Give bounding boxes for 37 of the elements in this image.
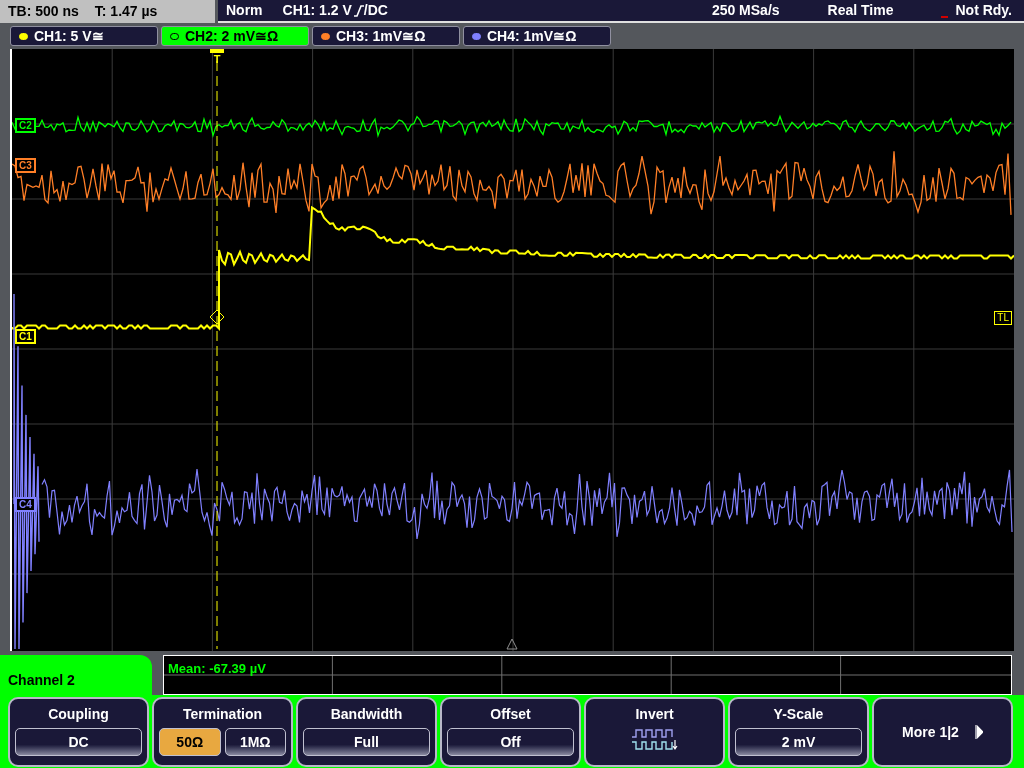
softkey-label: Offset (490, 705, 531, 724)
softkey-label: Y-Scale (773, 705, 824, 724)
softkey-label: Coupling (48, 705, 109, 724)
option-button[interactable]: 1MΩ (224, 728, 286, 756)
channel-marker: C3 (15, 158, 36, 173)
value-button[interactable]: Full (303, 728, 430, 756)
trigger-mode: Norm (226, 1, 263, 20)
channel-tab[interactable]: CH1: 5 V≅ (10, 26, 158, 46)
acquisition-state: Not Rdy. (955, 1, 1012, 20)
channel-tab[interactable]: CH4: 1mV≅Ω (463, 26, 611, 46)
acquisition-mode: Real Time (827, 1, 894, 20)
center-triangle-icon (506, 638, 518, 650)
channel-marker: C2 (15, 118, 36, 133)
trigger-point-icon (209, 309, 225, 325)
channel-tab[interactable]: CH2: 2 mV≅Ω (161, 26, 309, 46)
square-wave-icon (631, 728, 678, 752)
channel-marker: C4 (15, 497, 36, 512)
value-button[interactable]: Off (447, 728, 574, 756)
invert-softkey[interactable]: Invert (584, 697, 725, 767)
timebase-reading: TB: 500 ns (8, 2, 79, 21)
more-softkey[interactable]: More 1|2 (872, 697, 1013, 767)
value-button[interactable]: 2 mV (735, 728, 862, 756)
option-button[interactable]: 50Ω (159, 728, 221, 756)
channel-tab[interactable]: CH3: 1mV≅Ω (312, 26, 460, 46)
trigger-level-marker: TL (994, 311, 1012, 325)
trigger-time-reading: T: 1.47 µs (94, 2, 158, 21)
mean-measurement: Mean: -67.39 µV (167, 661, 266, 676)
softkey-label: Bandwidth (330, 705, 403, 724)
play-arrow-icon (974, 725, 983, 739)
rising-edge-icon (353, 4, 364, 17)
trigger-source: CH1: 1.2 V (282, 1, 352, 20)
channel-marker: C1 (15, 329, 36, 344)
softkey-label: Termination (182, 705, 263, 724)
status-indicator-icon (941, 15, 949, 18)
sample-rate: 250 MSa/s (711, 1, 780, 20)
value-button[interactable]: DC (15, 728, 142, 756)
trigger-coupling: /DC (363, 1, 388, 20)
